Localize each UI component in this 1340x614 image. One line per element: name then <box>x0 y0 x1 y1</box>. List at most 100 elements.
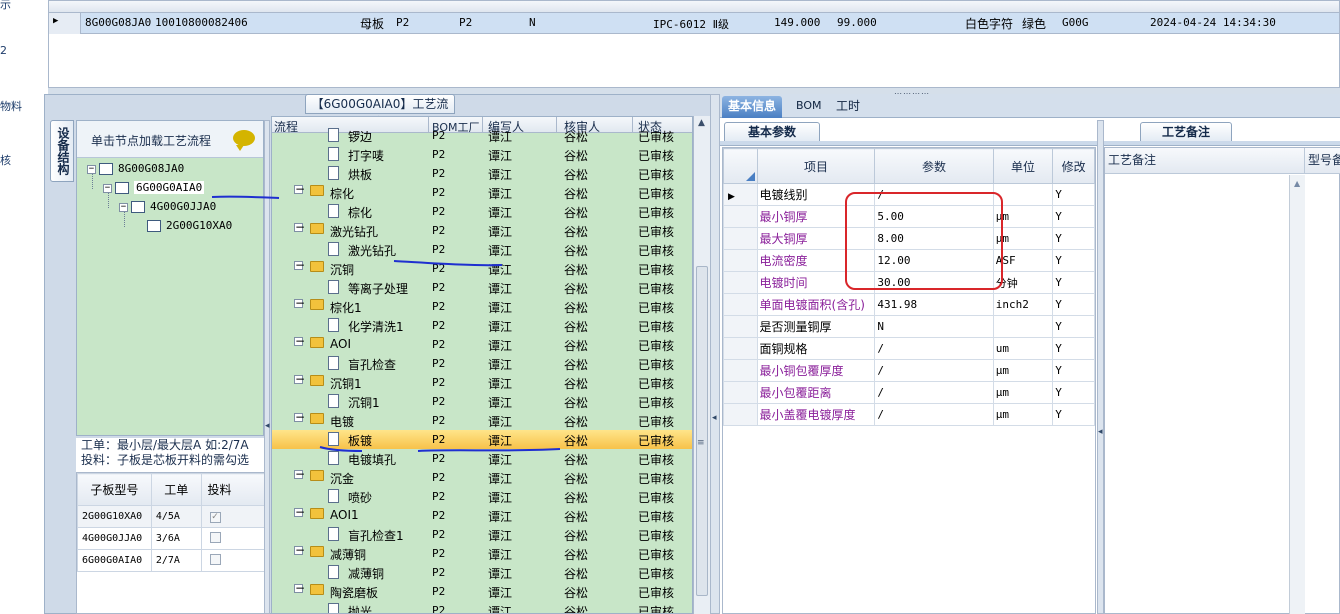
col-header[interactable]: 子板型号 <box>77 473 152 506</box>
process-scrollbar[interactable]: ▲ ≡ <box>693 116 710 614</box>
table-row[interactable]: − 沉铜 P2 谭江 谷松 已审核 <box>272 259 692 278</box>
tab-process-remark[interactable]: 工艺备注 <box>1140 122 1232 142</box>
table-row[interactable]: 激光钻孔 P2 谭江 谷松 已审核 <box>272 240 692 259</box>
table-row[interactable]: − 激光钻孔 P2 谭江 谷松 已审核 <box>272 221 692 240</box>
table-row[interactable]: 单面电镀面积(含孔) 431.98 inch2 Y <box>723 293 1095 316</box>
table-row[interactable]: − 陶瓷磨板 P2 谭江 谷松 已审核 <box>272 582 692 601</box>
table-row[interactable]: 沉铜1 P2 谭江 谷松 已审核 <box>272 392 692 411</box>
param-modify: Y <box>1052 403 1095 426</box>
param-value[interactable]: / <box>874 403 994 426</box>
table-row[interactable]: − 沉金 P2 谭江 谷松 已审核 <box>272 468 692 487</box>
col-header[interactable]: 项目 <box>756 148 876 184</box>
table-row[interactable]: 是否测量铜厚 N Y <box>723 315 1095 338</box>
collapse-left-icon[interactable]: ◂ <box>265 421 270 431</box>
table-row[interactable]: 化学清洗1 P2 谭江 谷松 已审核 <box>272 316 692 335</box>
col-header[interactable]: 修改 <box>1052 148 1095 184</box>
collapse-icon[interactable]: − <box>294 582 305 594</box>
table-row[interactable]: − AOI P2 谭江 谷松 已审核 <box>272 335 692 354</box>
table-row[interactable]: 最小盖覆电镀厚度 / μm Y <box>723 403 1095 426</box>
param-value[interactable]: / <box>874 381 994 404</box>
order-grid-row[interactable]: ▶ 8G00G08JA0 10010800082406 母板 P2 P2 N I… <box>49 13 1339 34</box>
col-header[interactable]: 投料 <box>200 473 268 506</box>
tree-node[interactable]: − 6G00G0AIA0 <box>103 181 205 194</box>
table-row[interactable]: 6G00G0AIA0 2/7A <box>77 549 268 572</box>
table-row[interactable]: 最小铜包覆厚度 / μm Y <box>723 359 1095 382</box>
tab-basic-params[interactable]: 基本参数 <box>724 122 820 142</box>
process-name: 抛光 <box>348 605 373 614</box>
table-row[interactable]: − 沉铜1 P2 谭江 谷松 已审核 <box>272 373 692 392</box>
table-row[interactable]: 盲孔检查 P2 谭江 谷松 已审核 <box>272 354 692 373</box>
collapse-icon[interactable]: − <box>294 411 305 423</box>
table-row[interactable]: 烘板 P2 谭江 谷松 已审核 <box>272 164 692 183</box>
collapse-icon[interactable]: − <box>294 373 305 385</box>
collapse-icon[interactable]: − <box>119 202 128 212</box>
table-row[interactable]: 减薄铜 P2 谭江 谷松 已审核 <box>272 563 692 582</box>
table-row[interactable]: 锣边 P2 谭江 谷松 已审核 <box>272 126 692 145</box>
table-row[interactable]: 面铜规格 / um Y <box>723 337 1095 360</box>
col-header[interactable]: 工艺备注 <box>1105 148 1305 174</box>
collapse-icon[interactable]: − <box>87 164 96 174</box>
table-row[interactable]: 棕化 P2 谭江 谷松 已审核 <box>272 202 692 221</box>
param-value[interactable]: 431.98 <box>874 293 994 316</box>
table-row[interactable]: 打字唛 P2 谭江 谷松 已审核 <box>272 145 692 164</box>
collapse-icon[interactable]: − <box>294 506 305 518</box>
scroll-up-icon[interactable]: ▲ <box>698 118 705 128</box>
scroll-thumb[interactable] <box>696 266 708 596</box>
feed-checkbox[interactable]: ✓ <box>209 511 221 523</box>
tab-device-structure[interactable]: 设备结构 <box>50 120 74 182</box>
collapse-left-icon[interactable]: ◂ <box>1098 427 1103 437</box>
process-flow-table[interactable]: 流程 BOM工厂 编写人 核审人 状态 锣边 P2 谭江 谷松 已审核 打字唛 P2 谭江 谷松… <box>271 116 693 614</box>
feed-checkbox[interactable] <box>209 553 221 565</box>
tab-work-hours[interactable]: 工时 <box>830 96 866 118</box>
table-row[interactable]: − 电镀 P2 谭江 谷松 已审核 <box>272 411 692 430</box>
param-value[interactable]: / <box>874 337 994 360</box>
collapse-icon[interactable]: − <box>103 183 112 193</box>
tab-basic-info[interactable]: 基本信息 <box>722 96 783 118</box>
col-header[interactable]: 单位 <box>992 148 1054 184</box>
tree-node[interactable]: − 4G00G0JJA0 <box>119 200 216 213</box>
table-row[interactable]: 喷砂 P2 谭江 谷松 已审核 <box>272 487 692 506</box>
tree-node[interactable]: − 8G00G08JA0 <box>87 162 184 175</box>
collapse-left-icon[interactable]: ◂ <box>712 413 717 423</box>
folder-icon <box>310 584 324 595</box>
collapse-icon[interactable]: − <box>294 468 305 480</box>
order-grid[interactable]: ▶ 8G00G08JA0 10010800082406 母板 P2 P2 N I… <box>48 0 1340 88</box>
param-value[interactable]: N <box>874 315 994 338</box>
table-row[interactable]: 盲孔检查1 P2 谭江 谷松 已审核 <box>272 525 692 544</box>
collapse-icon[interactable]: − <box>294 221 305 233</box>
param-value[interactable]: / <box>874 359 994 382</box>
col-header[interactable]: 型号备 <box>1305 148 1340 174</box>
panel-splitter[interactable]: ◂ <box>264 120 270 614</box>
status: 已审核 <box>638 396 675 410</box>
table-row[interactable]: − 棕化1 P2 谭江 谷松 已审核 <box>272 297 692 316</box>
remark-grid[interactable]: 工艺备注 型号备 ▲ <box>1104 147 1340 614</box>
tab-bom[interactable]: BOM <box>790 96 828 118</box>
collapse-icon[interactable]: − <box>294 259 305 271</box>
table-row[interactable]: 2G00G10XA0 4/5A ✓ <box>77 505 268 528</box>
process-flow-tab[interactable]: 【6G00G0AIA0】工艺流程 <box>305 94 455 129</box>
panel-splitter[interactable]: ◂ <box>1097 120 1104 614</box>
collapse-icon[interactable]: − <box>294 297 305 309</box>
tree-node[interactable]: 2G00G10XA0 <box>147 219 232 232</box>
sub-board-grid[interactable]: 子板型号 工单 投料 2G00G10XA0 4/5A ✓ 4G00G0JJA0 … <box>76 472 268 614</box>
table-row[interactable]: − 减薄铜 P2 谭江 谷松 已审核 <box>272 544 692 563</box>
table-row[interactable]: 抛光 P2 谭江 谷松 已审核 <box>272 601 692 614</box>
table-row[interactable]: 电镀填孔 P2 谭江 谷松 已审核 <box>272 449 692 468</box>
feed-checkbox[interactable] <box>209 531 221 543</box>
table-row[interactable]: 最小包覆距离 / μm Y <box>723 381 1095 404</box>
param-unit: um <box>992 337 1054 360</box>
col-header[interactable]: 参数 <box>874 148 994 184</box>
scroll-up-icon[interactable]: ▲ <box>1294 179 1300 188</box>
collapse-icon[interactable]: − <box>294 335 305 347</box>
table-row[interactable]: 4G00G0JJA0 3/6A <box>77 527 268 550</box>
chat-bubble-icon[interactable] <box>233 130 255 151</box>
table-row[interactable]: 板镀 P2 谭江 谷松 已审核 <box>272 430 692 449</box>
collapse-icon[interactable]: − <box>294 183 305 195</box>
table-row[interactable]: − AOI1 P2 谭江 谷松 已审核 <box>272 506 692 525</box>
collapse-icon[interactable]: − <box>294 544 305 556</box>
col-header[interactable]: 工单 <box>150 473 202 506</box>
remark-scrollbar[interactable]: ▲ <box>1289 175 1305 614</box>
panel-splitter[interactable]: ◂ <box>710 94 720 614</box>
table-row[interactable]: − 棕化 P2 谭江 谷松 已审核 <box>272 183 692 202</box>
table-row[interactable]: 等离子处理 P2 谭江 谷松 已审核 <box>272 278 692 297</box>
